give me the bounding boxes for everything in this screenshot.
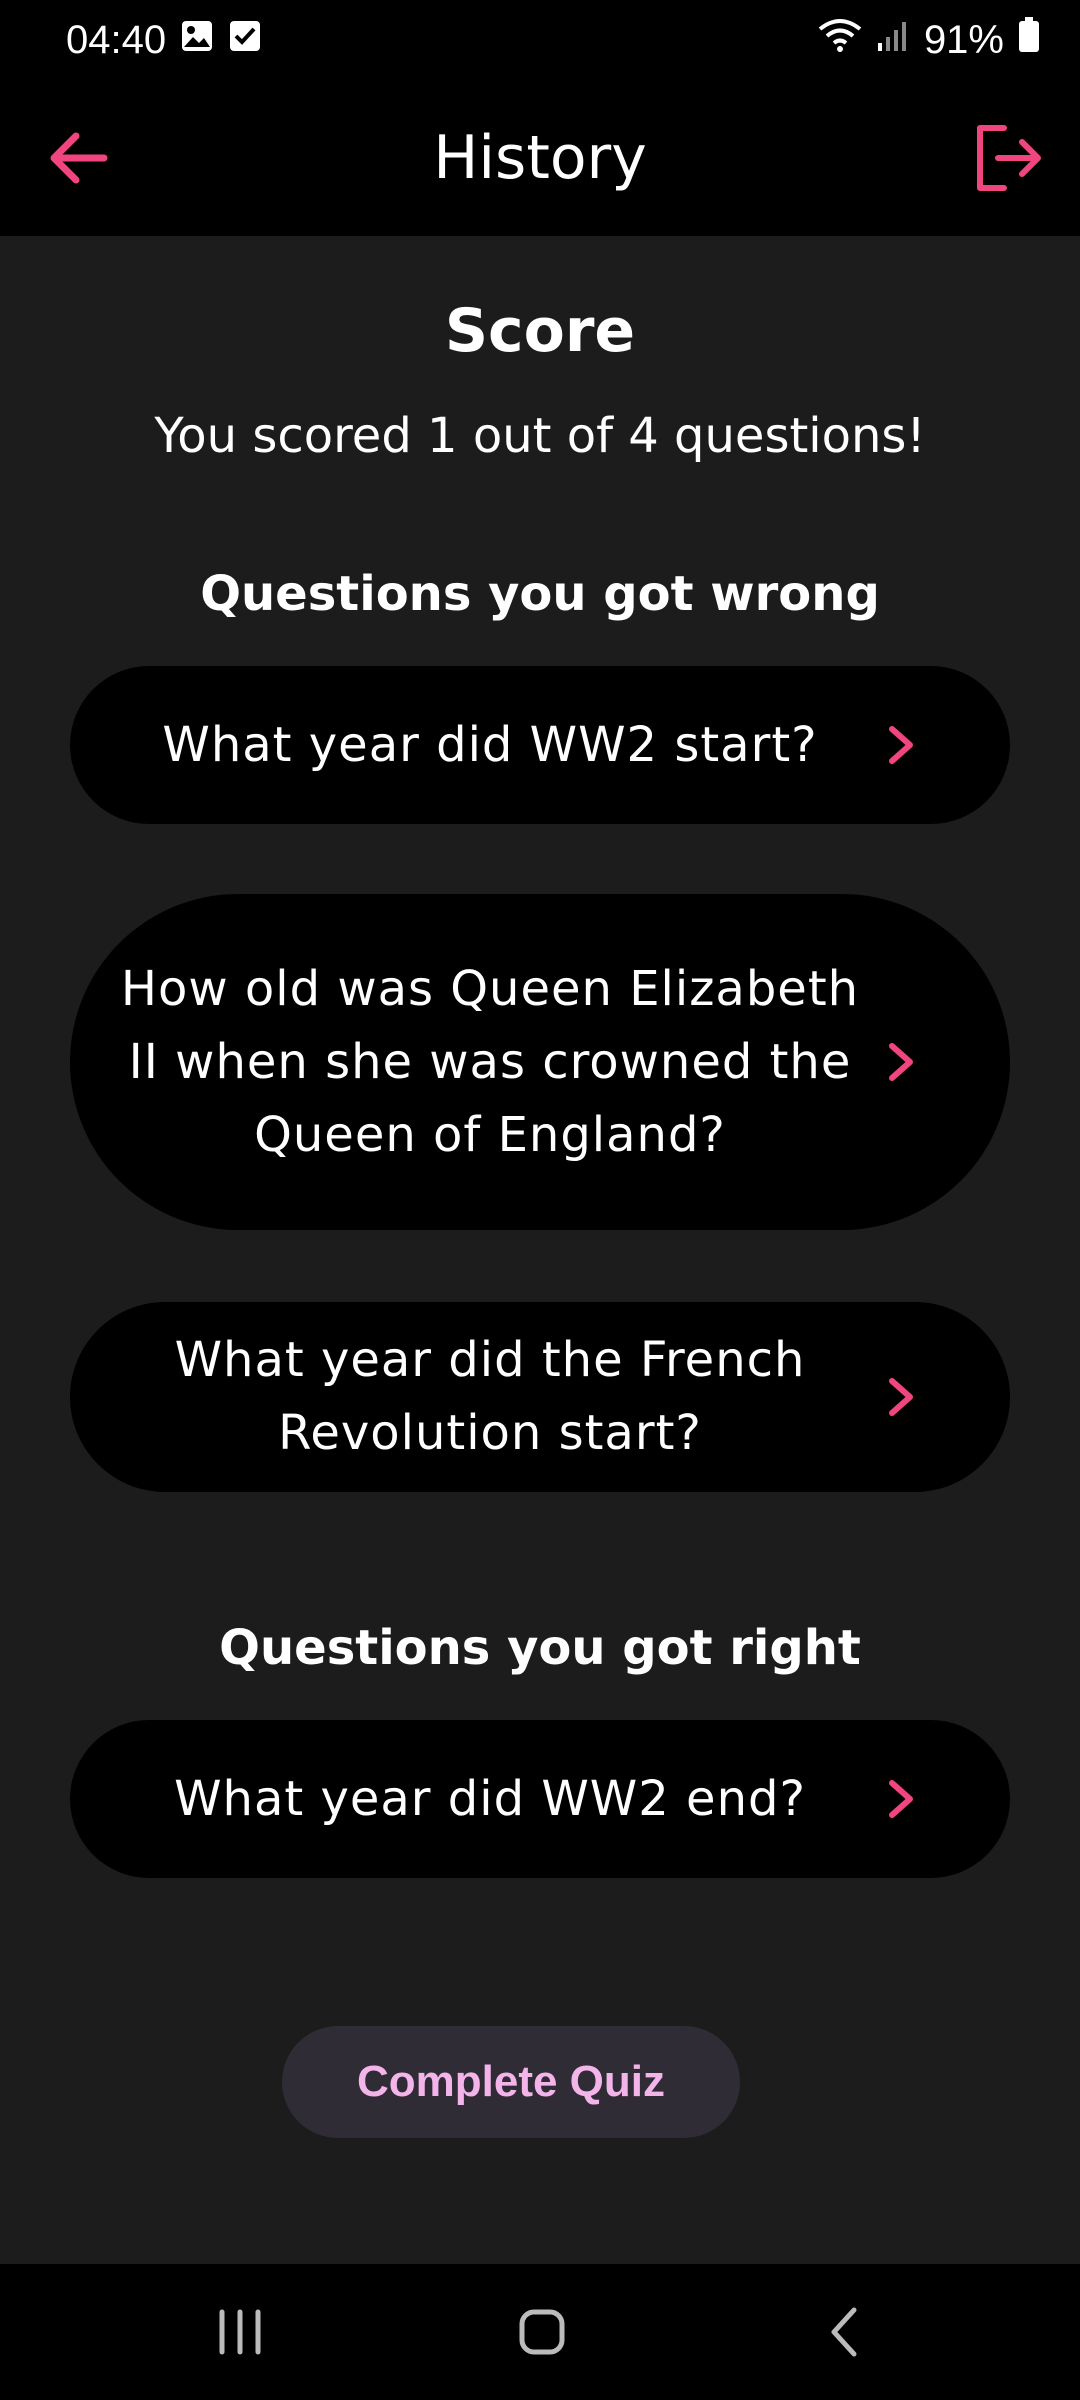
chevron-right-icon: [889, 726, 913, 764]
battery-text: 91%: [923, 17, 1004, 62]
question-text: How old was Queen Elizabeth II when she …: [120, 960, 860, 1163]
system-nav-bar: [0, 2264, 1080, 2400]
right-questions-heading: Questions you got right: [219, 1620, 861, 1676]
status-left: 04:40: [66, 18, 262, 63]
wifi-icon: [818, 17, 862, 63]
wrong-question-item[interactable]: What year did the French Revolution star…: [70, 1302, 1010, 1492]
logout-button[interactable]: [972, 122, 1044, 194]
chevron-right-icon: [889, 1780, 913, 1818]
app-bar: History: [0, 80, 1080, 236]
right-question-item[interactable]: What year did WW2 end?: [70, 1720, 1010, 1878]
system-back-button[interactable]: [804, 2302, 884, 2362]
wrong-question-item[interactable]: What year did WW2 start?: [70, 666, 1010, 824]
wrong-questions-heading: Questions you got wrong: [200, 566, 880, 622]
back-button[interactable]: [46, 126, 110, 190]
status-right: 91%: [818, 17, 1040, 63]
arrow-left-icon: [50, 132, 108, 184]
page-title: History: [433, 123, 647, 193]
status-bar: 04:40 91%: [0, 0, 1080, 80]
score-title: Score: [444, 296, 636, 366]
recent-apps-icon: [219, 2309, 261, 2355]
battery-icon: [1018, 17, 1040, 63]
checkbox-notification-icon: [228, 18, 262, 63]
score-content: Score You scored 1 out of 4 questions! Q…: [0, 236, 1080, 2264]
signal-icon: [876, 18, 910, 63]
status-time: 04:40: [66, 17, 167, 62]
question-text: What year did WW2 start?: [162, 716, 818, 773]
home-button[interactable]: [502, 2302, 582, 2362]
image-notification-icon: [180, 18, 214, 63]
wrong-question-item[interactable]: How old was Queen Elizabeth II when she …: [70, 894, 1010, 1230]
chevron-right-icon: [889, 1043, 913, 1081]
chevron-right-icon: [889, 1378, 913, 1416]
complete-quiz-button[interactable]: Complete Quiz: [282, 2026, 740, 2138]
recent-apps-button[interactable]: [200, 2302, 280, 2362]
chevron-left-icon: [831, 2307, 857, 2357]
logout-icon: [977, 125, 1041, 191]
question-text: What year did WW2 end?: [174, 1770, 806, 1827]
home-icon: [519, 2309, 565, 2355]
score-summary: You scored 1 out of 4 questions!: [154, 408, 926, 464]
question-text: What year did the French Revolution star…: [174, 1332, 806, 1461]
